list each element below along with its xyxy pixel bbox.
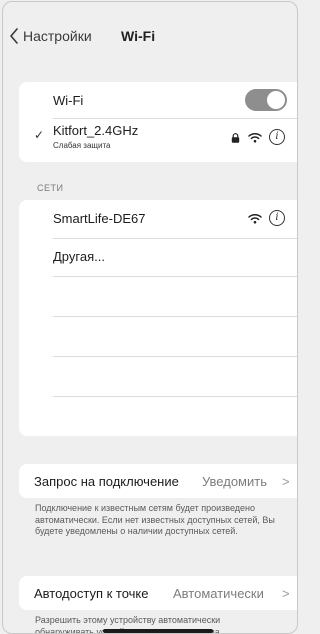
network-row[interactable]: SmartLife-DE67 i bbox=[19, 200, 297, 236]
settings-screen: Настройки Wi-Fi Wi-Fi ✓ Kitfort_2.4GHz С… bbox=[2, 1, 298, 634]
connected-network-row[interactable]: ✓ Kitfort_2.4GHz Слабая защита i bbox=[19, 119, 297, 162]
home-indicator bbox=[103, 629, 213, 633]
info-icon[interactable]: i bbox=[269, 129, 285, 145]
page-title: Wi-Fi bbox=[121, 28, 156, 44]
navigation-bar: Настройки Wi-Fi bbox=[3, 2, 297, 70]
other-network-label: Другая... bbox=[53, 249, 105, 264]
ask-join-row[interactable]: Запрос на подключение Уведомить > bbox=[19, 464, 297, 498]
wifi-toggle-label: Wi-Fi bbox=[53, 93, 84, 108]
wifi-icon bbox=[248, 132, 262, 143]
other-network-row[interactable]: Другая... bbox=[19, 239, 297, 275]
network-name: SmartLife-DE67 bbox=[53, 211, 146, 226]
chevron-left-icon bbox=[10, 28, 18, 44]
connected-network-name: Kitfort_2.4GHz bbox=[53, 123, 139, 138]
auto-hotspot-value: Автоматически bbox=[173, 586, 264, 601]
divider bbox=[53, 276, 297, 277]
wifi-toggle-row: Wi-Fi bbox=[19, 82, 297, 118]
toggle-knob bbox=[267, 91, 285, 109]
lock-icon bbox=[231, 133, 240, 143]
auto-hotspot-group: Автодоступ к точке Автоматически > bbox=[19, 576, 297, 610]
back-button[interactable]: Настройки bbox=[9, 28, 92, 44]
connected-network-subtitle: Слабая защита bbox=[53, 141, 111, 150]
divider bbox=[53, 316, 297, 317]
ask-join-value: Уведомить bbox=[202, 474, 267, 489]
info-icon[interactable]: i bbox=[269, 210, 285, 226]
auto-hotspot-label: Автодоступ к точке bbox=[34, 586, 149, 601]
wifi-group: Wi-Fi ✓ Kitfort_2.4GHz Слабая защита i bbox=[19, 82, 297, 162]
wifi-toggle[interactable] bbox=[245, 89, 287, 111]
chevron-right-icon: > bbox=[282, 586, 290, 601]
chevron-right-icon: > bbox=[282, 474, 290, 489]
divider bbox=[53, 356, 297, 357]
networks-header: СЕТИ bbox=[37, 183, 64, 193]
networks-group: SmartLife-DE67 i Другая... bbox=[19, 200, 297, 436]
back-label: Настройки bbox=[23, 28, 92, 44]
auto-hotspot-row[interactable]: Автодоступ к точке Автоматически > bbox=[19, 576, 297, 610]
divider bbox=[53, 396, 297, 397]
ask-join-group: Запрос на подключение Уведомить > bbox=[19, 464, 297, 498]
checkmark-icon: ✓ bbox=[34, 128, 45, 142]
wifi-icon bbox=[248, 213, 262, 224]
ask-join-label: Запрос на подключение bbox=[34, 474, 179, 489]
ask-join-description: Подключение к известным сетям будет прои… bbox=[35, 503, 275, 536]
